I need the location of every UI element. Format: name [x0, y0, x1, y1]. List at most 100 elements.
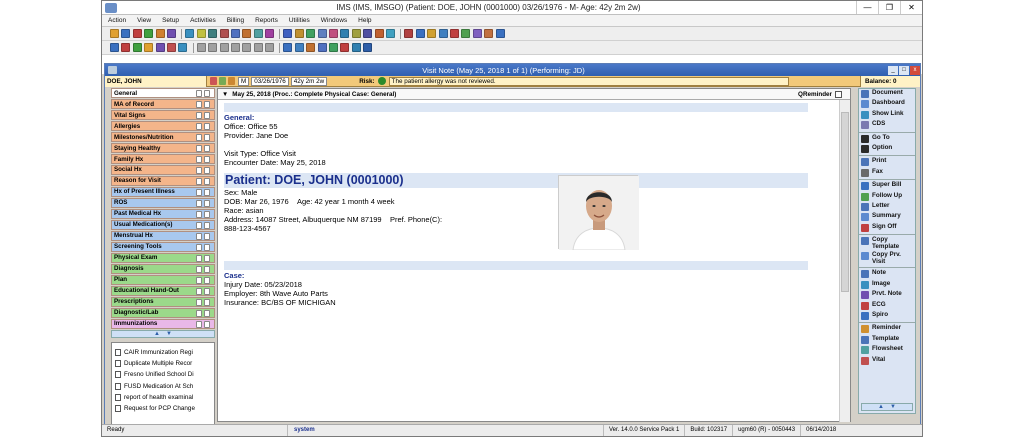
- menu-setup[interactable]: Setup: [162, 17, 179, 24]
- toolbar-button-icon[interactable]: [242, 43, 252, 52]
- document-item[interactable]: Duplicate Multiple Recor: [115, 358, 211, 369]
- toolbar-button-icon[interactable]: [253, 29, 263, 38]
- action-cds-button[interactable]: CDS: [859, 120, 915, 130]
- section-general[interactable]: General: [111, 88, 215, 99]
- visit-restore-button[interactable]: □: [899, 65, 909, 75]
- toolbar-button-icon[interactable]: [110, 43, 119, 52]
- flag-icon[interactable]: [219, 77, 226, 85]
- toolbar-button-icon[interactable]: [121, 43, 131, 52]
- action-scroll-up-icon[interactable]: ▲: [878, 404, 884, 410]
- action-go-to-button[interactable]: Go To: [859, 134, 915, 144]
- restore-button[interactable]: ❐: [878, 1, 900, 14]
- toolbar-button-icon[interactable]: [132, 29, 142, 38]
- section-staying-healthy[interactable]: Staying Healthy: [111, 142, 215, 154]
- key-icon[interactable]: [196, 166, 202, 174]
- menu-windows[interactable]: Windows: [321, 17, 347, 24]
- qreminder-toggle[interactable]: QReminder: [798, 90, 842, 98]
- section-social-hx[interactable]: Social Hx: [111, 164, 215, 176]
- action-letter-button[interactable]: Letter: [859, 202, 915, 212]
- qreminder-checkbox[interactable]: [835, 90, 842, 98]
- toolbar-button-icon[interactable]: [294, 43, 304, 52]
- key-icon[interactable]: [196, 265, 202, 273]
- section-screening-tools[interactable]: Screening Tools: [111, 241, 215, 252]
- key-icon[interactable]: [196, 254, 202, 262]
- visit-minimize-button[interactable]: _: [888, 65, 898, 75]
- action-image-button[interactable]: Image: [859, 280, 915, 290]
- template-icon[interactable]: [204, 199, 210, 207]
- template-icon[interactable]: [204, 243, 210, 251]
- key-icon[interactable]: [196, 221, 202, 229]
- toolbar-button-icon[interactable]: [415, 29, 425, 38]
- section-past-medical-hx[interactable]: Past Medical Hx: [111, 208, 215, 220]
- template-icon[interactable]: [204, 254, 210, 262]
- toolbar-button-icon[interactable]: [449, 29, 459, 38]
- toolbar-button-icon[interactable]: [340, 43, 350, 52]
- menu-reports[interactable]: Reports: [255, 17, 278, 24]
- toolbar-button-icon[interactable]: [178, 43, 188, 52]
- toolbar-button-icon[interactable]: [404, 29, 414, 38]
- action-option-button[interactable]: Option: [859, 144, 915, 154]
- toolbar-button-icon[interactable]: [438, 29, 448, 38]
- person-icon[interactable]: [228, 77, 235, 85]
- key-icon[interactable]: [196, 90, 202, 97]
- action-fax-button[interactable]: Fax: [859, 168, 915, 178]
- allergy-warning[interactable]: The patient allergy was not reviewed.: [388, 76, 789, 86]
- key-icon[interactable]: [196, 210, 202, 218]
- template-icon[interactable]: [204, 133, 210, 141]
- toolbar-button-icon[interactable]: [265, 29, 275, 38]
- toolbar-button-icon[interactable]: [363, 43, 373, 52]
- risk-indicator-icon[interactable]: [377, 77, 386, 85]
- action-note-button[interactable]: Note: [859, 269, 915, 279]
- alert-icon[interactable]: [210, 77, 217, 85]
- toolbar-button-icon[interactable]: [185, 29, 195, 38]
- key-icon[interactable]: [196, 309, 202, 317]
- section-prescriptions[interactable]: Prescriptions: [111, 296, 215, 307]
- template-icon[interactable]: [204, 177, 210, 185]
- menu-view[interactable]: View: [137, 17, 151, 24]
- template-icon[interactable]: [204, 232, 210, 240]
- toolbar-button-icon[interactable]: [351, 43, 361, 52]
- document-item[interactable]: FUSD Medication At Sch: [115, 380, 211, 391]
- key-icon[interactable]: [196, 287, 202, 295]
- section-vital-signs[interactable]: Vital Signs: [111, 109, 215, 121]
- toolbar-button-icon[interactable]: [317, 29, 327, 38]
- patient-name[interactable]: DOE, JOHN: [105, 75, 207, 87]
- template-icon[interactable]: [204, 188, 210, 196]
- toolbar-button-icon[interactable]: [155, 43, 165, 52]
- key-icon[interactable]: [196, 320, 202, 328]
- action-scroll[interactable]: ▲ ▼: [861, 403, 913, 411]
- toolbar-button-icon[interactable]: [121, 29, 131, 38]
- toolbar-button-icon[interactable]: [427, 29, 437, 38]
- toolbar-button-icon[interactable]: [317, 43, 327, 52]
- template-icon[interactable]: [204, 265, 210, 273]
- toolbar-button-icon[interactable]: [329, 43, 339, 52]
- key-icon[interactable]: [196, 199, 202, 207]
- toolbar-button-icon[interactable]: [374, 29, 384, 38]
- visit-close-button[interactable]: x: [910, 65, 920, 75]
- toolbar-button-icon[interactable]: [144, 43, 154, 52]
- toolbar-button-icon[interactable]: [461, 29, 471, 38]
- toolbar-button-icon[interactable]: [484, 29, 494, 38]
- menu-action[interactable]: Action: [108, 17, 126, 24]
- action-show-link-button[interactable]: Show Link: [859, 110, 915, 120]
- template-icon[interactable]: [204, 320, 210, 328]
- action-summary-button[interactable]: Summary: [859, 212, 915, 222]
- menu-billing[interactable]: Billing: [227, 17, 244, 24]
- toolbar-button-icon[interactable]: [219, 29, 229, 38]
- template-icon[interactable]: [204, 298, 210, 306]
- template-icon[interactable]: [204, 221, 210, 229]
- section-plan[interactable]: Plan: [111, 274, 215, 285]
- toolbar-button-icon[interactable]: [283, 43, 293, 52]
- section-reason-for-visit[interactable]: Reason for Visit: [111, 175, 215, 187]
- toolbar-button-icon[interactable]: [196, 29, 206, 38]
- toolbar-button-icon[interactable]: [253, 43, 263, 52]
- note-scrollbar[interactable]: [839, 100, 850, 422]
- template-icon[interactable]: [204, 287, 210, 295]
- key-icon[interactable]: [196, 155, 202, 163]
- close-button[interactable]: ✕: [900, 1, 922, 14]
- key-icon[interactable]: [196, 122, 202, 130]
- section-menstrual-hx[interactable]: Menstrual Hx: [111, 230, 215, 241]
- toolbar-button-icon[interactable]: [329, 29, 339, 38]
- section-educational-hand-out[interactable]: Educational Hand-Out: [111, 285, 215, 296]
- template-icon[interactable]: [204, 100, 210, 108]
